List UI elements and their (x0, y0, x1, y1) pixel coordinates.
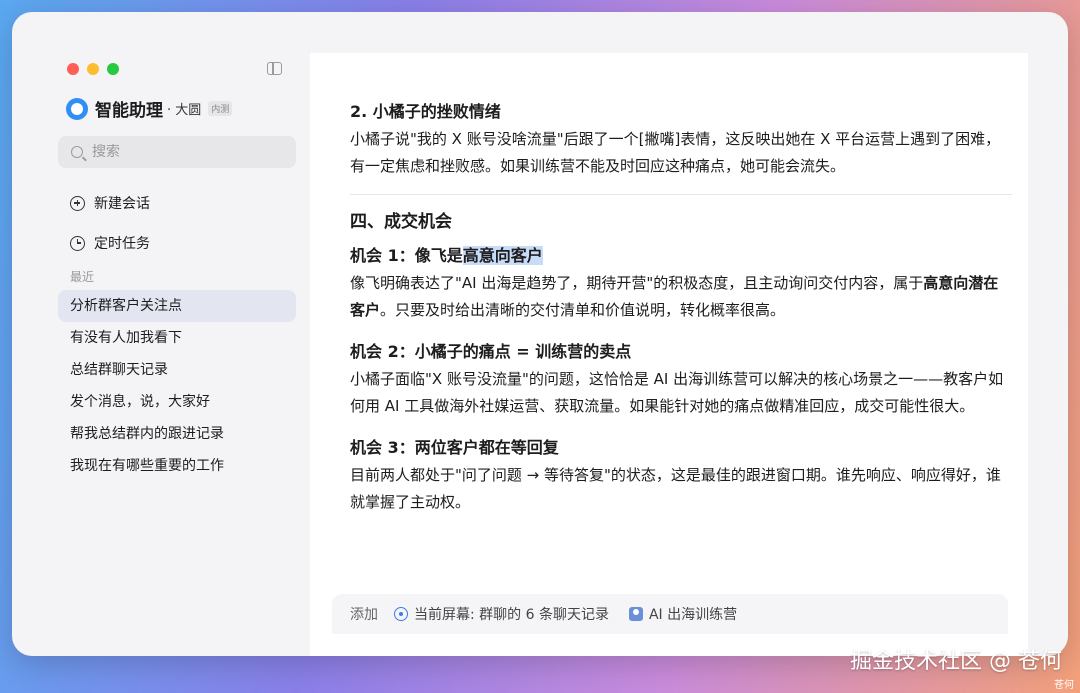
close-button[interactable] (67, 63, 79, 75)
new-chat-label: 新建会话 (94, 196, 150, 212)
recent-item[interactable]: 分析群客户关注点 (58, 290, 296, 322)
sidebar-toggle-icon[interactable] (267, 62, 282, 75)
paragraph: 目前两人都处于"问了问题 → 等待答复"的状态，这是最佳的跟进窗口期。谁先响应、… (350, 466, 1001, 511)
heading-text: 机会 1：像飞是 (350, 246, 463, 265)
brand-name: 智能助理 (95, 101, 163, 121)
chat-panel: 2. 小橘子的挫败情绪 小橘子说"我的 X 账号没啥流量"后跟了一个[撇嘴]表情… (310, 53, 1028, 656)
recent-label: 最近 (70, 270, 95, 284)
brand-logo-icon (66, 97, 88, 120)
watermark-small: 苍何 (1054, 680, 1074, 691)
highlighted-text: 高意向客户 (462, 246, 543, 265)
opportunity-3: 机会 3：两位客户都在等回复 目前两人都处于"问了问题 → 等待答复"的状态，这… (350, 434, 1012, 516)
minimize-button[interactable] (87, 63, 99, 75)
new-chat-button[interactable]: 新建会话 (70, 193, 150, 213)
paragraph: 像飞明确表达了"AI 出海是趋势了，期待开营"的积极态度，且主动询问交付内容，属… (350, 270, 1012, 324)
paragraph: 小橘子说"我的 X 账号没啥流量"后跟了一个[撇嘴]表情，这反映出她在 X 平台… (350, 130, 1001, 175)
add-context-button[interactable]: 添加 (350, 604, 378, 624)
section-heading: 2. 小橘子的挫败情绪 (350, 102, 501, 121)
opportunity-2: 机会 2：小橘子的痛点 = 训练营的卖点 小橘子面临"X 账号没流量"的问题，这… (350, 338, 1012, 420)
maximize-button[interactable] (107, 63, 119, 75)
brand: 智能助理 · 大圆 内测 (66, 96, 233, 121)
recent-item[interactable]: 总结群聊天记录 (58, 354, 296, 386)
message-content: 2. 小橘子的挫败情绪 小橘子说"我的 X 账号没啥流量"后跟了一个[撇嘴]表情… (350, 98, 1012, 516)
paragraph: 小橘子面临"X 账号没流量"的问题，这恰恰是 AI 出海训练营可以解决的核心场景… (350, 370, 1004, 415)
recent-list: 分析群客户关注点 有没有人加我看下 总结群聊天记录 发个消息，说，大家好 帮我总… (58, 290, 296, 482)
context-bar: 添加 当前屏幕: 群聊的 6 条聊天记录 AI 出海训练营 (332, 594, 1008, 634)
group-context-chip[interactable]: AI 出海训练营 (649, 604, 737, 624)
watermark: 掘金技术社区 @ 苍何 (850, 649, 1062, 674)
brand-user: · 大圆 (167, 103, 202, 118)
screen-context-chip[interactable]: 当前屏幕: 群聊的 6 条聊天记录 (414, 604, 609, 624)
opportunity-1: 机会 1：像飞是高意向客户 像飞明确表达了"AI 出海是趋势了，期待开营"的积极… (350, 242, 1012, 324)
clock-icon (70, 235, 85, 251)
window-controls (67, 63, 119, 75)
group-icon (628, 607, 643, 621)
search-box[interactable] (58, 136, 296, 168)
target-icon (394, 607, 408, 621)
body-text: 。只要及时给出清晰的交付清单和价值说明，转化概率很高。 (380, 301, 786, 319)
app-window: 智能助理 · 大圆 内测 新建会话 定时任务 最近 分析群客户关注点 有没有人加… (12, 12, 1068, 656)
search-input[interactable] (92, 144, 272, 160)
search-icon (71, 146, 83, 158)
opportunity-heading: 机会 1：像飞是高意向客户 (350, 242, 1012, 270)
scheduled-tasks-label: 定时任务 (94, 236, 150, 252)
opportunity-heading: 机会 2：小橘子的痛点 = 训练营的卖点 (350, 342, 632, 361)
recent-item[interactable]: 帮我总结群内的跟进记录 (58, 418, 296, 450)
section-title: 四、成交机会 (350, 212, 452, 232)
sidebar: 智能助理 · 大圆 内测 新建会话 定时任务 最近 分析群客户关注点 有没有人加… (12, 12, 310, 656)
divider (350, 194, 1012, 195)
recent-item[interactable]: 我现在有哪些重要的工作 (58, 450, 296, 482)
plus-circle-icon (70, 195, 85, 211)
body-text: 像飞明确表达了"AI 出海是趋势了，期待开营"的积极态度，且主动询问交付内容，属… (350, 274, 924, 292)
beta-badge: 内测 (208, 101, 233, 116)
opportunity-heading: 机会 3：两位客户都在等回复 (350, 438, 559, 457)
recent-item[interactable]: 有没有人加我看下 (58, 322, 296, 354)
recent-item[interactable]: 发个消息，说，大家好 (58, 386, 296, 418)
scheduled-tasks-button[interactable]: 定时任务 (70, 233, 150, 253)
